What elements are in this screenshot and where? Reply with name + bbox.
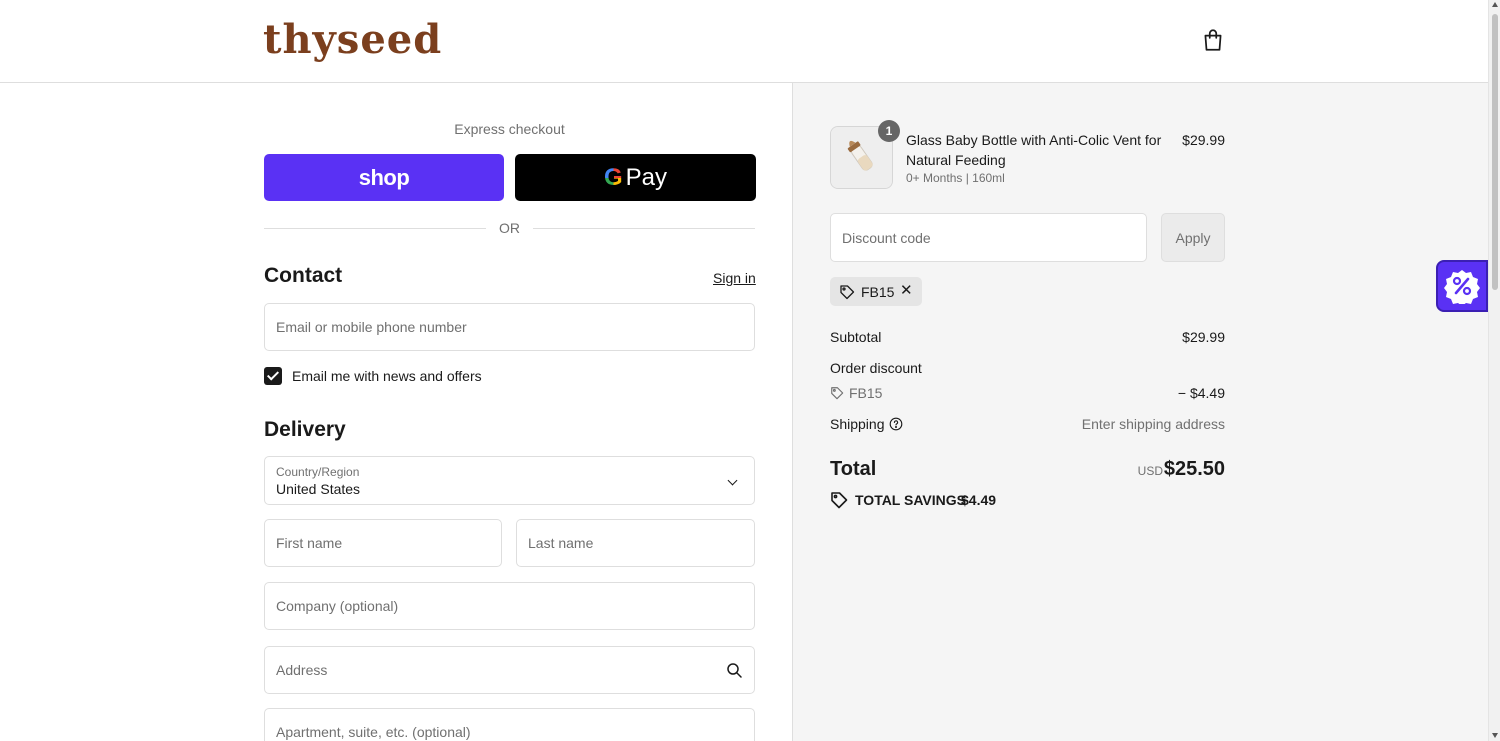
apply-discount-button[interactable]: Apply <box>1161 213 1225 262</box>
total-label: Total <box>830 458 877 480</box>
apartment-placeholder: Apartment, suite, etc. (optional) <box>276 724 471 740</box>
discount-code-field[interactable]: Discount code <box>830 213 1147 262</box>
or-divider: OR <box>264 218 755 238</box>
shop-pay-button[interactable]: shop <box>264 154 504 201</box>
google-pay-label: Pay <box>625 163 668 191</box>
subtotal-label: Subtotal <box>830 329 882 345</box>
applied-discount-chip: FB15 ✕ <box>830 277 922 306</box>
discount-placeholder: Discount code <box>842 229 931 246</box>
header: thyseed <box>0 0 1488 83</box>
total-savings-value: $4.49 <box>961 492 997 508</box>
google-g-icon: G <box>603 163 623 191</box>
last-name-field[interactable]: Last name <box>516 519 755 567</box>
country-select[interactable]: Country/Region United States <box>264 456 755 505</box>
tag-icon <box>831 387 844 400</box>
product-variant: 0+ Months | 160ml <box>906 171 1005 185</box>
apartment-field[interactable]: Apartment, suite, etc. (optional) <box>264 708 755 741</box>
scroll-thumb[interactable] <box>1492 14 1498 290</box>
country-label: Country/Region <box>276 465 360 479</box>
or-text: OR <box>499 220 520 236</box>
chevron-down-icon <box>727 475 738 486</box>
email-field[interactable]: Email or mobile phone number <box>264 303 755 351</box>
apply-label: Apply <box>1175 229 1211 246</box>
newsletter-checkbox[interactable] <box>264 367 282 385</box>
order-summary-panel <box>792 83 1488 741</box>
country-value: United States <box>276 481 361 497</box>
email-placeholder: Email or mobile phone number <box>276 319 467 335</box>
question-circle-icon[interactable] <box>889 417 903 431</box>
company-placeholder: Company (optional) <box>276 598 399 614</box>
newsletter-label: Email me with news and offers <box>292 368 482 384</box>
contact-title: Contact <box>264 264 343 287</box>
first-name-placeholder: First name <box>276 535 343 551</box>
product-price: $29.99 <box>1182 132 1225 148</box>
scroll-up-arrow[interactable] <box>1492 2 1498 7</box>
search-icon <box>727 663 742 678</box>
google-pay-button[interactable]: G Pay <box>515 154 756 201</box>
shopping-bag-icon[interactable] <box>1200 27 1226 53</box>
express-checkout-label: Express checkout <box>454 121 565 137</box>
tag-icon <box>831 492 848 509</box>
tag-icon <box>840 285 855 300</box>
discount-value: − $4.49 <box>1177 385 1225 401</box>
total-savings-label: TOTAL SAVINGS <box>855 492 966 508</box>
first-name-field[interactable]: First name <box>264 519 502 567</box>
sign-in-link[interactable]: Sign in <box>713 270 756 286</box>
quantity-badge: 1 <box>878 120 900 142</box>
company-field[interactable]: Company (optional) <box>264 582 755 630</box>
percent-badge-icon <box>1444 270 1480 304</box>
order-discount-label: Order discount <box>830 360 922 376</box>
address-placeholder: Address <box>276 662 328 678</box>
remove-discount-icon[interactable]: ✕ <box>900 283 913 299</box>
last-name-placeholder: Last name <box>528 535 594 551</box>
address-field[interactable]: Address <box>264 646 755 694</box>
scroll-down-arrow[interactable] <box>1492 733 1498 738</box>
applied-code: FB15 <box>861 284 895 300</box>
shop-pay-label: shop <box>358 164 410 190</box>
discount-code-label: FB15 <box>849 385 883 401</box>
brand-logo[interactable]: thyseed <box>263 14 442 66</box>
total-value: $25.50 <box>1163 458 1225 480</box>
page-scrollbar[interactable] <box>1488 0 1500 741</box>
delivery-title: Delivery <box>264 418 346 441</box>
promo-widget-button[interactable] <box>1436 260 1488 312</box>
subtotal-value: $29.99 <box>1182 329 1225 345</box>
shipping-label: Shipping <box>830 416 885 432</box>
shipping-value: Enter shipping address <box>1081 416 1225 432</box>
currency-code: USD <box>1137 464 1163 478</box>
